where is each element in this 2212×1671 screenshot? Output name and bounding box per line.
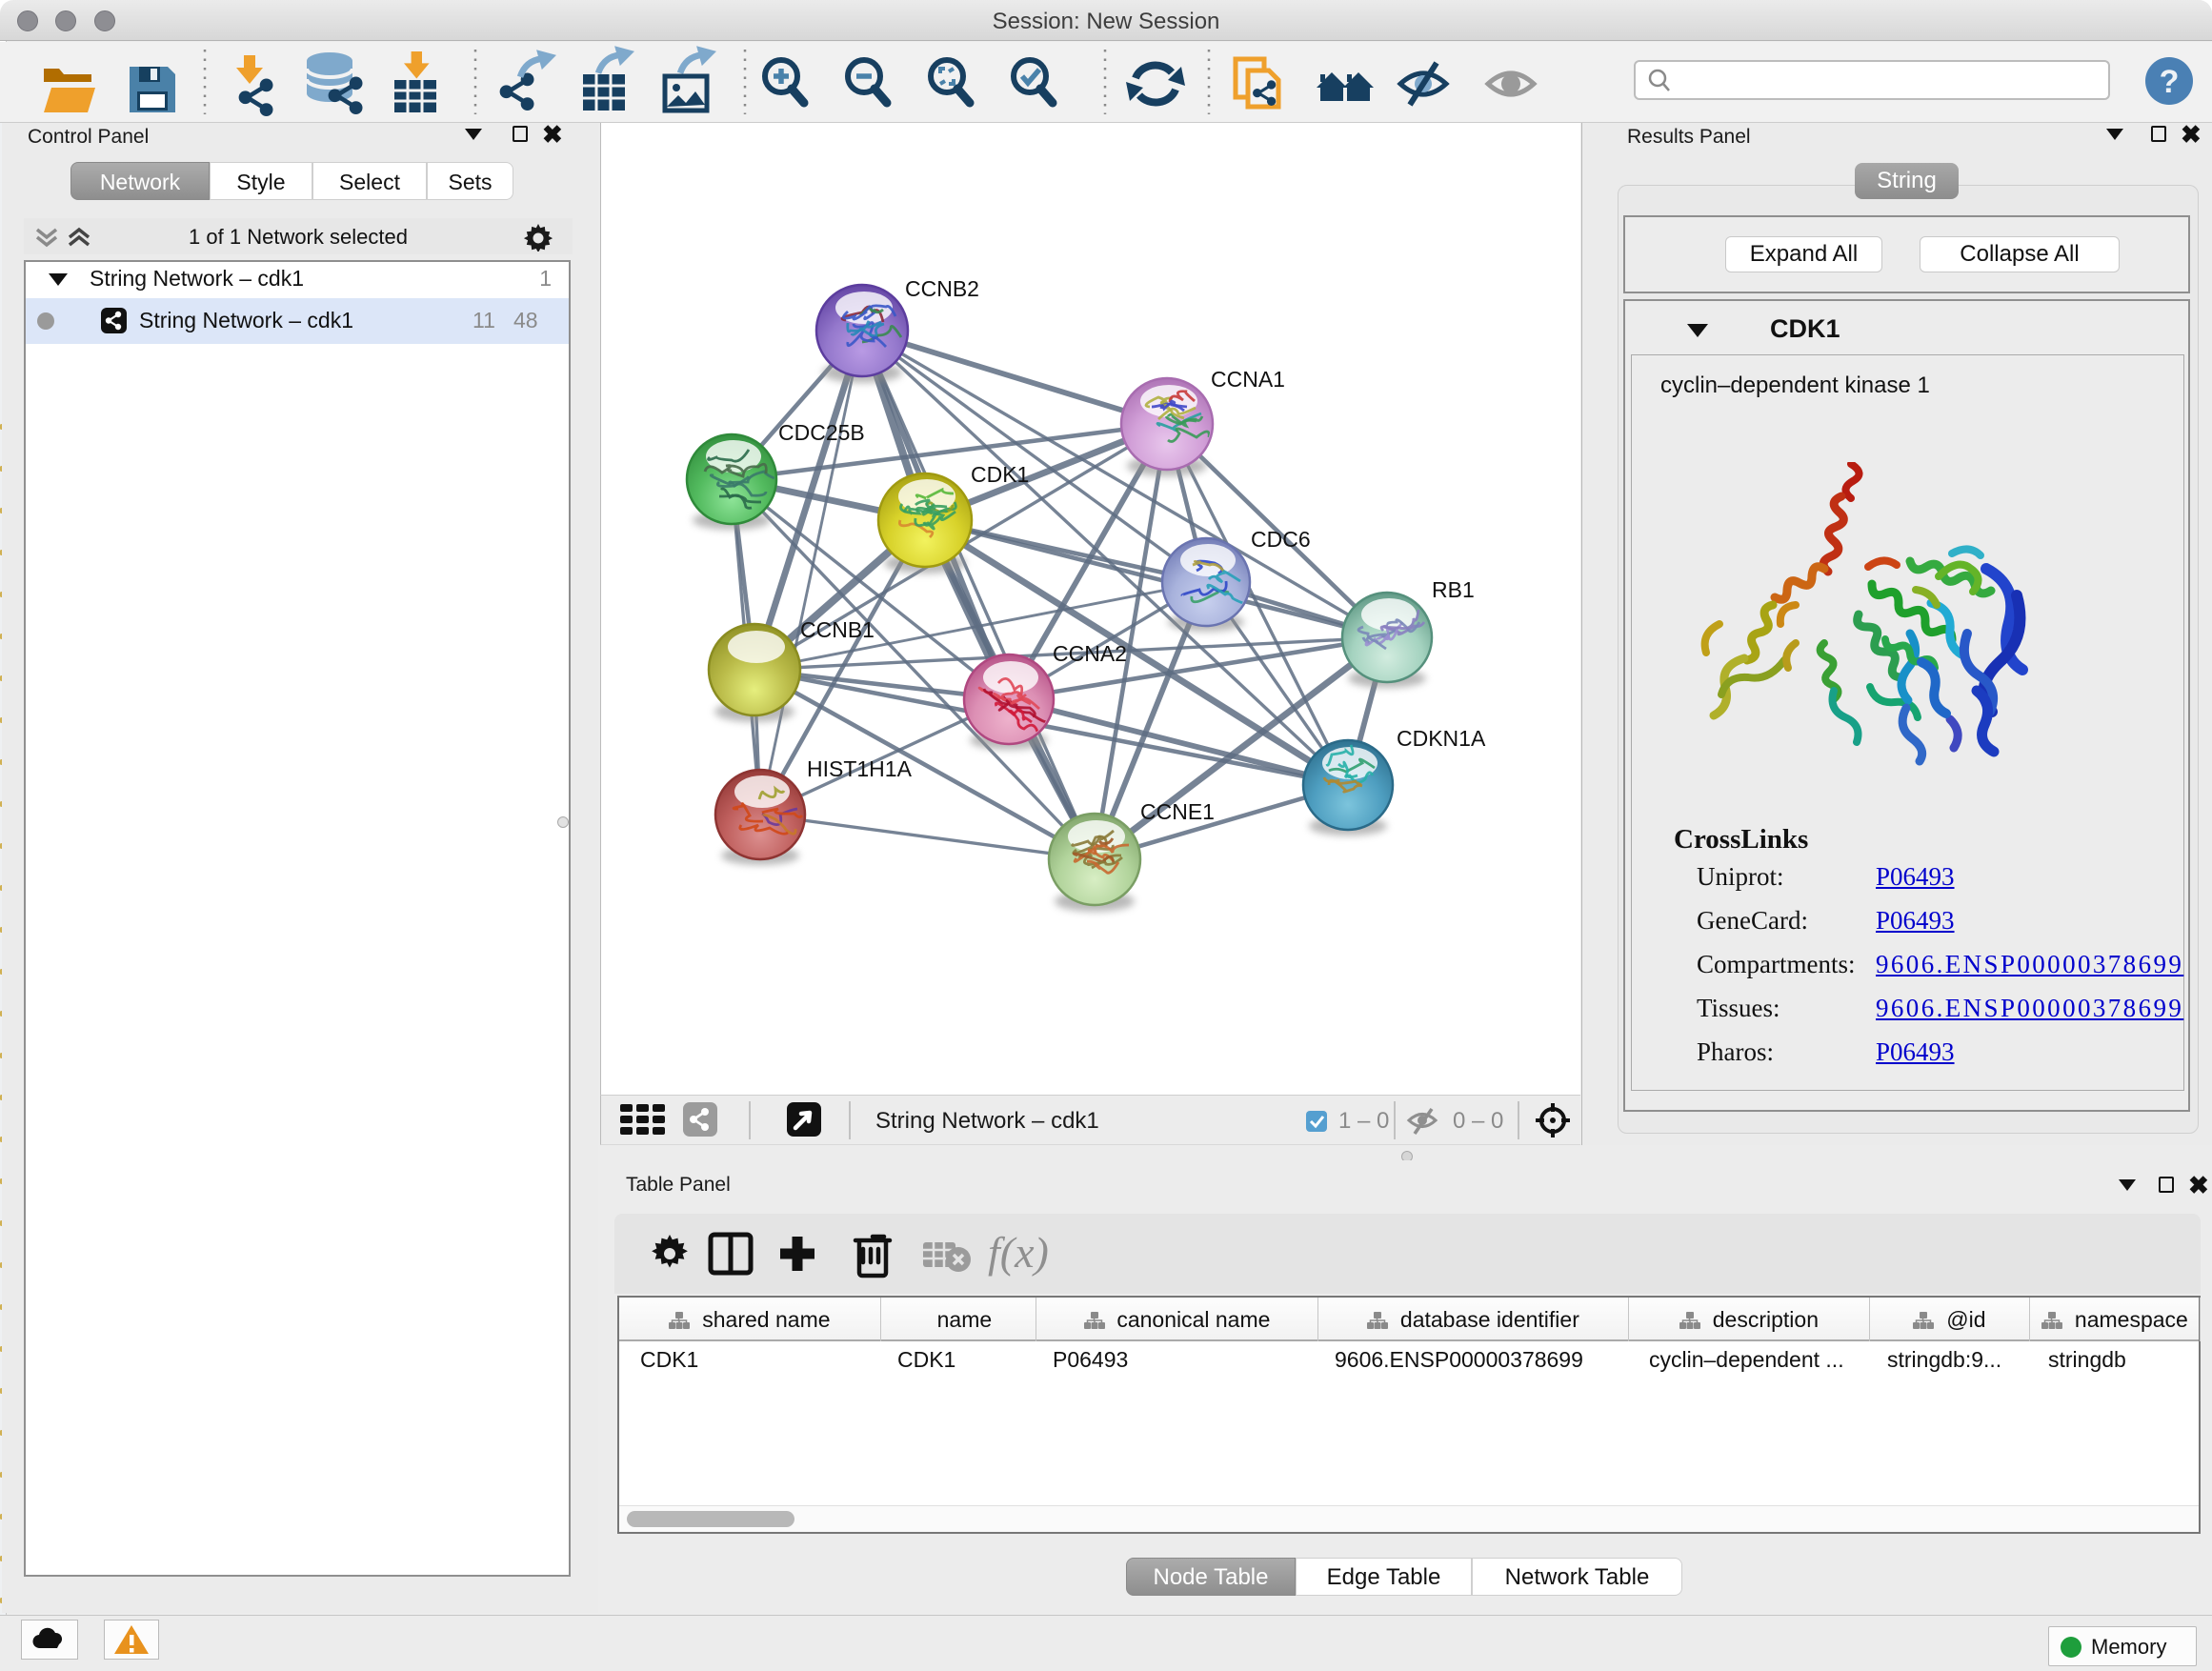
svg-text:String Network – cdk1: String Network – cdk1: [875, 1108, 1099, 1134]
svg-text:CDC25B: CDC25B: [778, 420, 865, 445]
svg-text:CCNA2: CCNA2: [1053, 641, 1127, 666]
svg-text:1 – 0: 1 – 0: [1338, 1108, 1389, 1134]
svg-text:f(x): f(x): [988, 1228, 1049, 1277]
svg-text:0 – 0: 0 – 0: [1453, 1108, 1503, 1134]
svg-text:CCNE1: CCNE1: [1140, 799, 1215, 824]
svg-text:CCNB1: CCNB1: [800, 617, 875, 642]
svg-text:RB1: RB1: [1432, 577, 1475, 602]
svg-text:CDKN1A: CDKN1A: [1397, 726, 1486, 751]
svg-text:HIST1H1A: HIST1H1A: [807, 756, 913, 781]
svg-text:CDC6: CDC6: [1251, 527, 1311, 552]
svg-text:CCNA1: CCNA1: [1211, 367, 1285, 392]
svg-text:CCNB2: CCNB2: [905, 276, 979, 301]
svg-text:CDK1: CDK1: [971, 462, 1029, 487]
svg-text:?: ?: [2160, 64, 2180, 100]
